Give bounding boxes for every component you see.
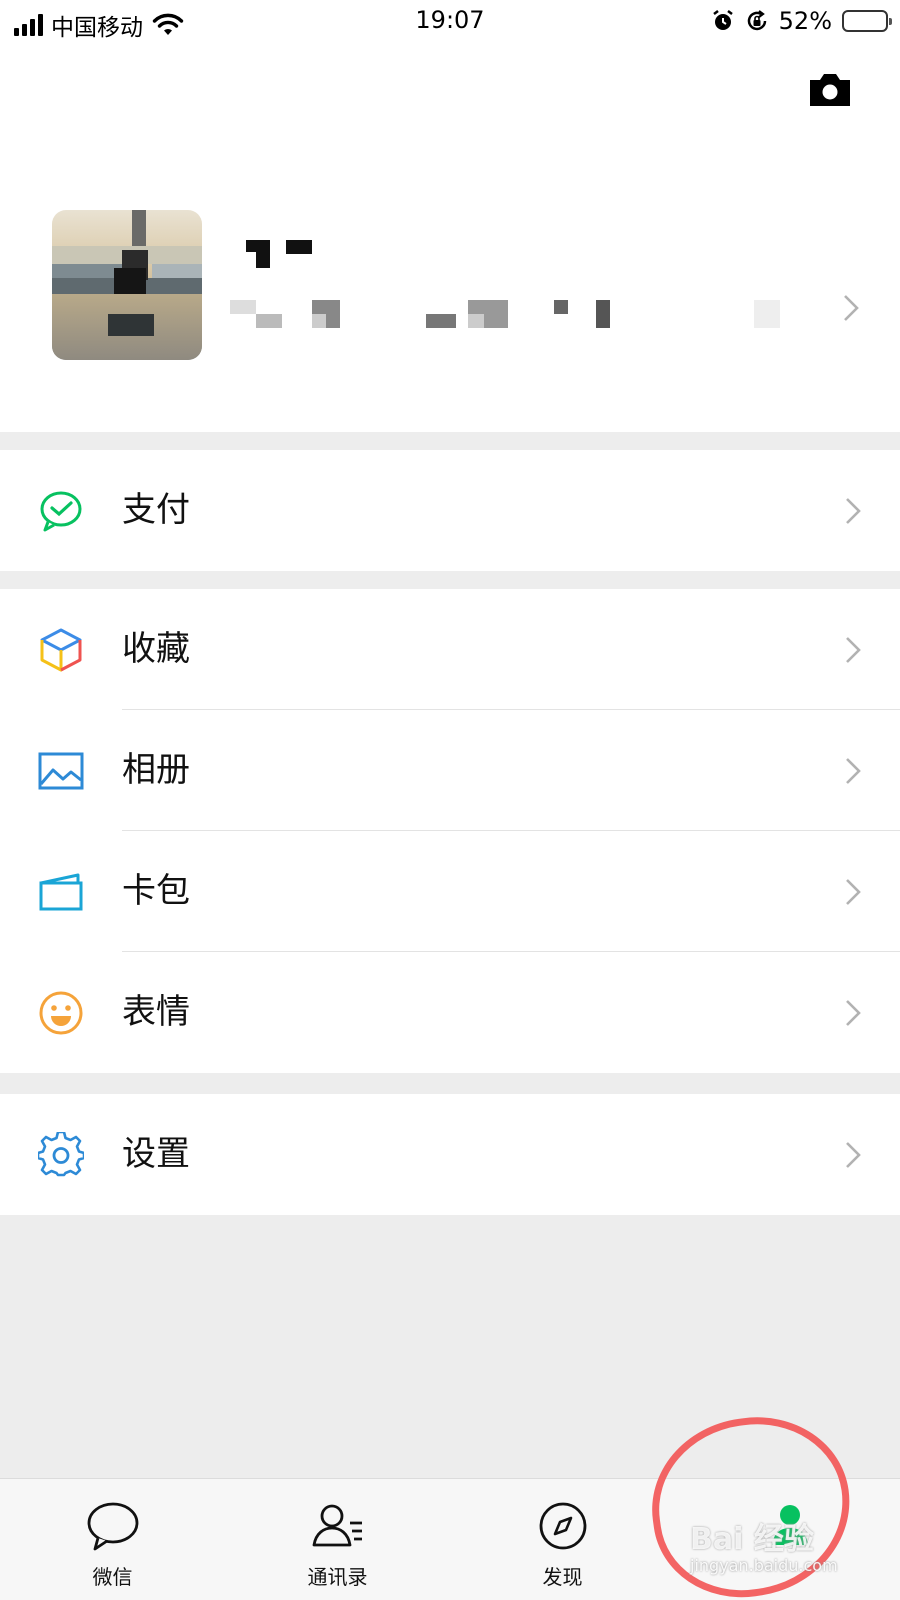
chevron-right-icon [846, 498, 861, 524]
profile-header[interactable] [0, 44, 900, 432]
menu-item-settings[interactable]: 设置 [0, 1094, 900, 1215]
menu-item-pay[interactable]: 支付 [0, 450, 900, 571]
menu-item-album[interactable]: 相册 [0, 710, 900, 831]
menu-label-favorites: 收藏 [122, 629, 190, 669]
pay-group: 支付 [0, 450, 900, 571]
menu-item-favorites[interactable]: 收藏 [0, 589, 900, 710]
menu-label-pay: 支付 [122, 490, 190, 530]
menu-label-settings: 设置 [122, 1134, 190, 1174]
pay-icon [40, 491, 82, 532]
chevron-right-icon [846, 879, 861, 905]
wechat-id [230, 294, 810, 340]
profile-name [246, 230, 326, 270]
menu-label-album: 相册 [122, 750, 190, 790]
chevron-right-icon [846, 1142, 861, 1168]
watermark-logo: Bai 经验 [690, 1522, 814, 1557]
menu-label-stickers: 表情 [122, 992, 190, 1032]
contacts-icon [312, 1504, 362, 1547]
sticker-smiley-icon [39, 991, 83, 1035]
menu-item-cards[interactable]: 卡包 [0, 831, 900, 952]
status-right: 52% [711, 7, 892, 35]
card-wallet-icon [39, 873, 83, 911]
status-bar: 中国移动 19:07 52% [0, 0, 900, 44]
menu-item-stickers[interactable]: 表情 [0, 952, 900, 1073]
settings-gear-icon [38, 1132, 84, 1177]
battery-percentage: 52% [778, 7, 832, 35]
avatar[interactable] [52, 210, 202, 360]
chevron-right-icon [846, 758, 861, 784]
camera-icon[interactable] [806, 70, 854, 110]
tab-contacts[interactable]: 通讯录 [225, 1479, 450, 1600]
orientation-lock-icon [747, 10, 766, 31]
alarm-icon [712, 10, 733, 30]
settings-group: 设置 [0, 1094, 900, 1215]
battery-icon [842, 10, 892, 32]
tab-label-contacts: 通讯录 [307, 1565, 368, 1589]
album-icon [38, 752, 84, 790]
tab-label-chats: 微信 [92, 1565, 133, 1589]
tab-chats[interactable]: 微信 [0, 1479, 225, 1600]
menu-label-cards: 卡包 [122, 871, 190, 911]
chevron-right-icon [846, 637, 861, 663]
tab-label-discover: 发现 [542, 1565, 583, 1589]
watermark-url: jingyan.baidu.com [690, 1556, 838, 1575]
favorites-icon [40, 628, 82, 672]
chevron-right-icon [846, 1000, 861, 1026]
compass-icon [539, 1502, 586, 1550]
tab-discover[interactable]: 发现 [450, 1479, 675, 1600]
main-group: 收藏 相册 卡包 表情 [0, 589, 900, 1073]
chat-bubble-icon [87, 1502, 138, 1551]
chevron-right-icon [844, 295, 859, 321]
